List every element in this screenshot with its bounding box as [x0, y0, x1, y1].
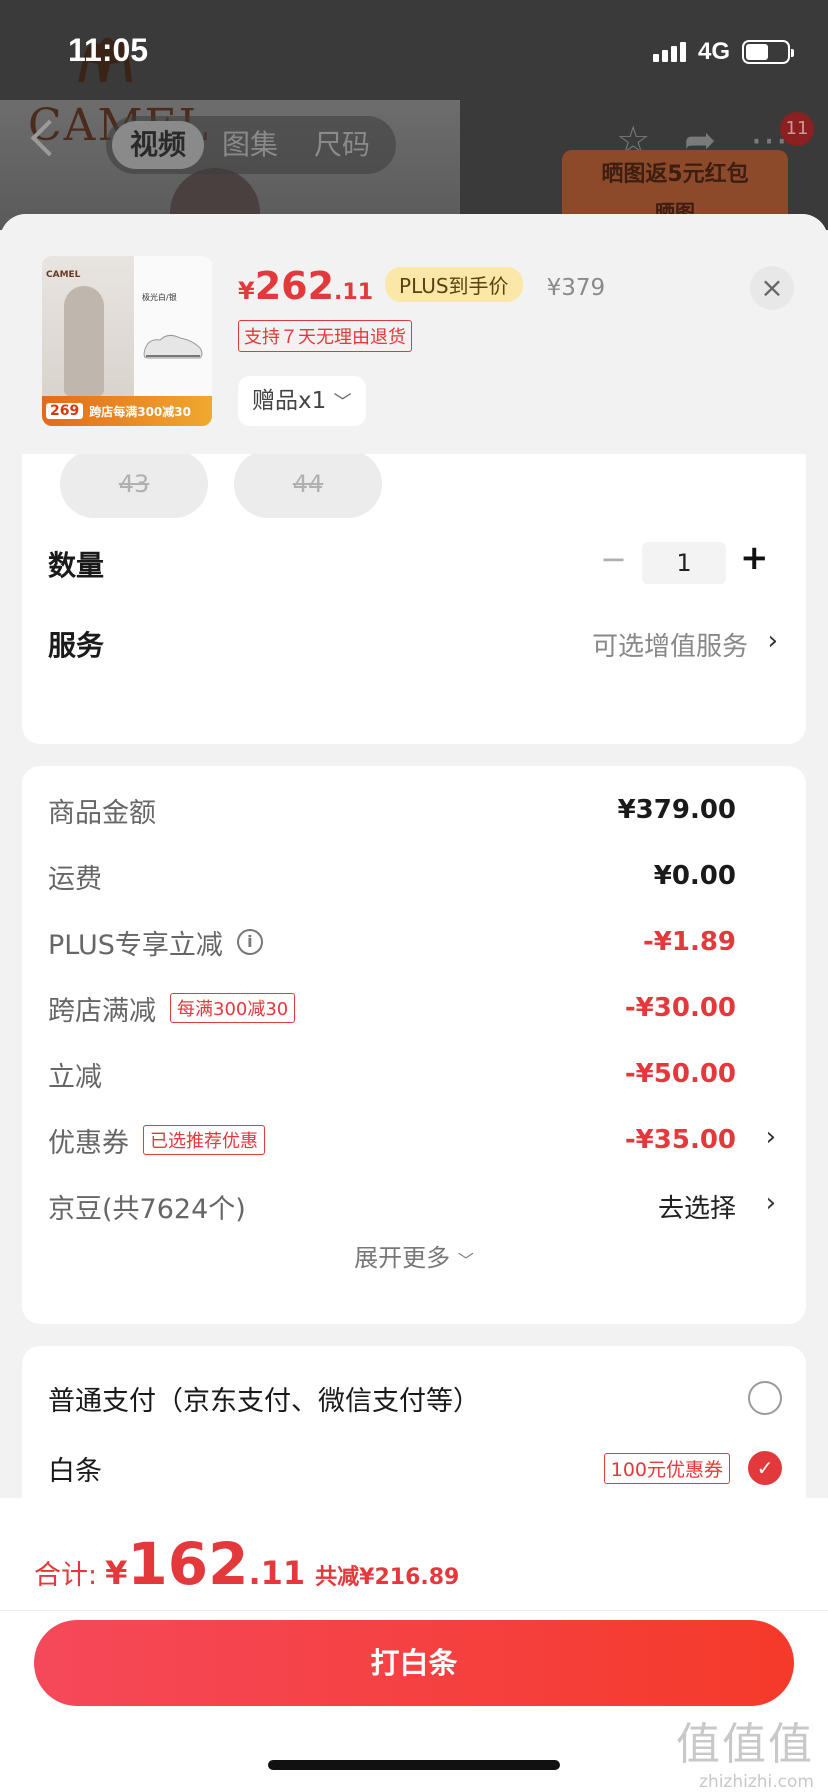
quantity-increment-button[interactable]: +	[740, 538, 769, 578]
battery-icon	[742, 40, 794, 64]
product-price: ¥ 262 .11 PLUS到手价 ¥379	[238, 264, 605, 308]
chevron-down-icon: ﹀	[457, 1251, 474, 1270]
total-label: 合计:	[34, 1560, 98, 1591]
payment-option-normal[interactable]: 普通支付（京东支付、微信支付等）	[48, 1376, 782, 1420]
thumb-price: 269	[46, 403, 84, 419]
checkout-bar: 合计: ¥ 162 .11 共减¥216.89 打白条 值值值 zhizhizh…	[0, 1498, 828, 1792]
status-icons: 4G	[652, 38, 794, 66]
sheet-header: CAMEL 极光白/银 269 跨店每满300减30 ¥ 262 .11 PLU…	[0, 214, 828, 454]
payment-option-baitiao[interactable]: 白条 100元优惠券 ✓	[48, 1446, 782, 1490]
watermark-url: zhizhizhi.com	[699, 1772, 814, 1792]
coupon-tag: 已选推荐优惠	[143, 1125, 265, 1155]
network-type: 4G	[697, 38, 730, 65]
plus-price-tag: PLUS到手价	[385, 267, 523, 302]
quantity-label: 数量	[48, 549, 105, 582]
tab-gallery[interactable]: 图集	[204, 121, 296, 169]
price-integer: 262	[254, 264, 335, 308]
checkmark-icon[interactable]: ✓	[748, 1451, 782, 1485]
tab-size[interactable]: 尺码	[296, 121, 388, 169]
price-row-coupon[interactable]: 优惠券 已选推荐优惠 -¥35.00	[48, 1120, 736, 1160]
service-value[interactable]: 可选增值服务	[592, 626, 748, 663]
order-total: 合计: ¥ 162 .11 共减¥216.89	[34, 1530, 459, 1598]
service-label: 服务	[48, 629, 105, 662]
shoe-image	[143, 334, 203, 359]
expand-more-button[interactable]: 展开更多 ﹀	[22, 1238, 806, 1273]
chevron-right-icon[interactable]: ›	[766, 1122, 776, 1152]
price-row-shipping: 运费 ¥0.00	[48, 861, 736, 895]
gift-label: 赠品x1	[252, 388, 327, 414]
price-row-jd-beans[interactable]: 京豆(共7624个) 去选择	[48, 1186, 736, 1226]
model-figure	[64, 286, 104, 396]
chevron-down-icon: ﹀	[333, 392, 352, 413]
size-option-43[interactable]: 43	[60, 450, 208, 518]
price-currency: ¥	[238, 277, 255, 305]
total-decimal: .11	[248, 1554, 306, 1592]
signal-icon	[652, 42, 686, 62]
watermark: 值值值 zhizhizhi.com	[676, 1708, 814, 1792]
total-integer: 162	[127, 1530, 249, 1598]
message-badge: 11	[780, 112, 814, 146]
quantity-decrement-button[interactable]: −	[600, 540, 627, 578]
price-row-cross-store: 跨店满减 每满300减30 -¥30.00	[48, 993, 736, 1027]
return-policy-tag: 支持７天无理由退货	[238, 320, 412, 352]
price-decimal: .11	[334, 280, 374, 305]
thumb-title: 极光白/银	[142, 293, 177, 302]
options-card: 43 44 数量 − 1 + 服务 可选增值服务 ›	[22, 356, 806, 744]
cross-store-tag: 每满300减30	[170, 993, 296, 1023]
close-icon[interactable]: ×	[750, 266, 794, 310]
info-icon[interactable]: i	[236, 929, 263, 955]
price-row-plus-discount: PLUS专享立减 i -¥1.89	[48, 927, 736, 961]
size-option-44[interactable]: 44	[234, 450, 382, 518]
thumb-brand: CAMEL	[46, 270, 81, 280]
radio-unchecked[interactable]	[748, 1381, 782, 1415]
promo-text: 晒图返5元红包	[601, 162, 749, 187]
baitiao-coupon-tag: 100元优惠券	[603, 1452, 730, 1484]
gift-button[interactable]: 赠品x1 ﹀	[238, 376, 366, 426]
tab-video[interactable]: 视频	[112, 121, 205, 169]
total-saved: 共减¥216.89	[315, 1565, 460, 1590]
price-breakdown-card: 商品金额 ¥379.00 运费 ¥0.00 PLUS专享立减 i -¥1.89 …	[22, 766, 806, 1324]
product-thumbnail[interactable]: CAMEL 极光白/银 269 跨店每满300减30	[42, 256, 212, 426]
quantity-input[interactable]: 1	[642, 542, 726, 584]
price-row-goods: 商品金额 ¥379.00	[48, 795, 736, 829]
divider	[0, 1610, 828, 1611]
pay-with-baitiao-button[interactable]: 打白条	[34, 1620, 794, 1706]
chevron-right-icon[interactable]: ›	[766, 1188, 776, 1218]
chevron-right-icon[interactable]: ›	[768, 626, 778, 656]
status-time: 11:05	[68, 32, 149, 68]
watermark-logo: 值值值	[676, 1719, 814, 1770]
background-product-page: CAMEL 11:05 4G 视频 图集 尺码 ☆ ➦ ⋯ 11 晒图返5元红包…	[0, 0, 828, 230]
thumb-promo-bar: 269 跨店每满300减30	[42, 396, 212, 426]
thumb-promo: 跨店每满300减30	[89, 404, 191, 419]
price-row-instant-discount: 立减 -¥50.00	[48, 1059, 736, 1093]
media-tabs: 视频 图集 尺码	[106, 116, 396, 174]
original-price: ¥379	[546, 275, 606, 301]
total-currency: ¥	[105, 1554, 128, 1592]
home-indicator[interactable]	[268, 1760, 560, 1770]
